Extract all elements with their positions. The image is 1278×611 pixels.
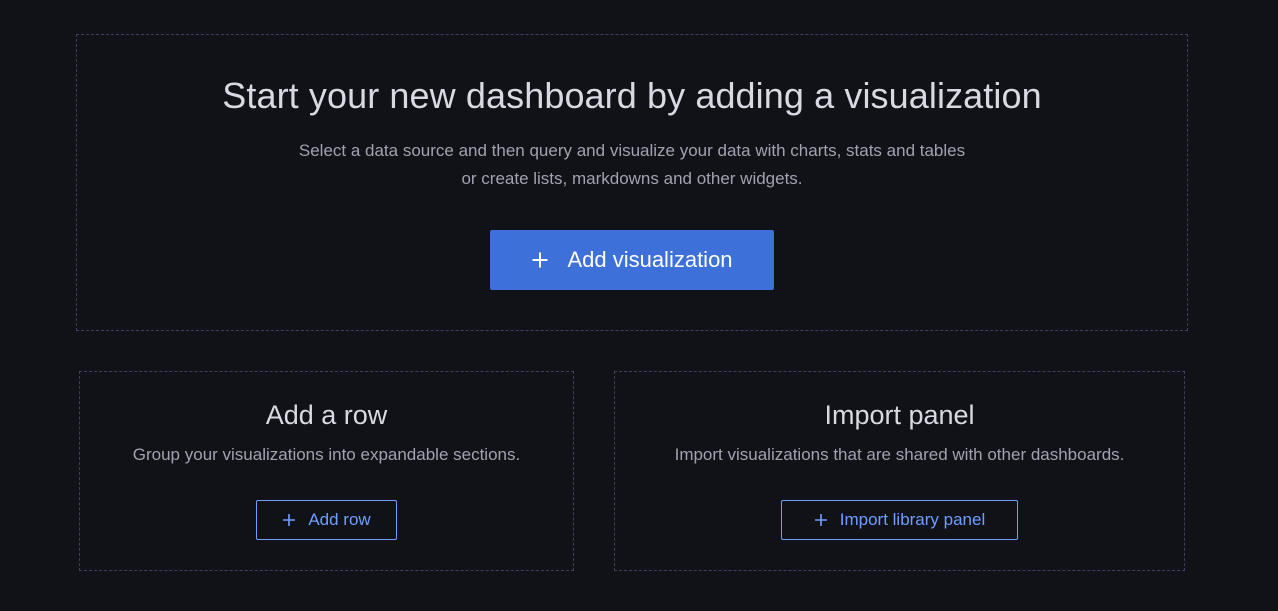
import-panel-title: Import panel	[824, 400, 975, 430]
add-visualization-section: Start your new dashboard by adding a vis…	[76, 34, 1188, 331]
add-row-card: Add a row Group your visualizations into…	[79, 371, 574, 571]
add-row-title: Add a row	[265, 400, 388, 430]
import-panel-description: Import visualizations that are shared wi…	[674, 445, 1125, 464]
add-row-button[interactable]: Add row	[256, 500, 397, 540]
add-row-label: Add row	[308, 510, 371, 529]
add-row-description: Group your visualizations into expandabl…	[132, 445, 521, 464]
hero-title: Start your new dashboard by adding a vis…	[222, 75, 1042, 116]
plus-icon	[282, 513, 296, 527]
add-visualization-button[interactable]: Add visualization	[490, 230, 774, 290]
add-visualization-label: Add visualization	[567, 247, 733, 272]
dashboard-empty-state: Start your new dashboard by adding a vis…	[0, 0, 1278, 611]
import-library-panel-label: Import library panel	[839, 510, 986, 529]
hero-description: Select a data source and then query and …	[77, 137, 1187, 193]
hero-description-line-2: or create lists, markdowns and other wid…	[461, 169, 803, 188]
import-panel-card: Import panel Import visualizations that …	[614, 371, 1185, 571]
plus-icon	[814, 513, 828, 527]
hero-description-line-1: Select a data source and then query and …	[298, 141, 966, 160]
import-library-panel-button[interactable]: Import library panel	[781, 500, 1018, 540]
plus-icon	[531, 251, 549, 269]
